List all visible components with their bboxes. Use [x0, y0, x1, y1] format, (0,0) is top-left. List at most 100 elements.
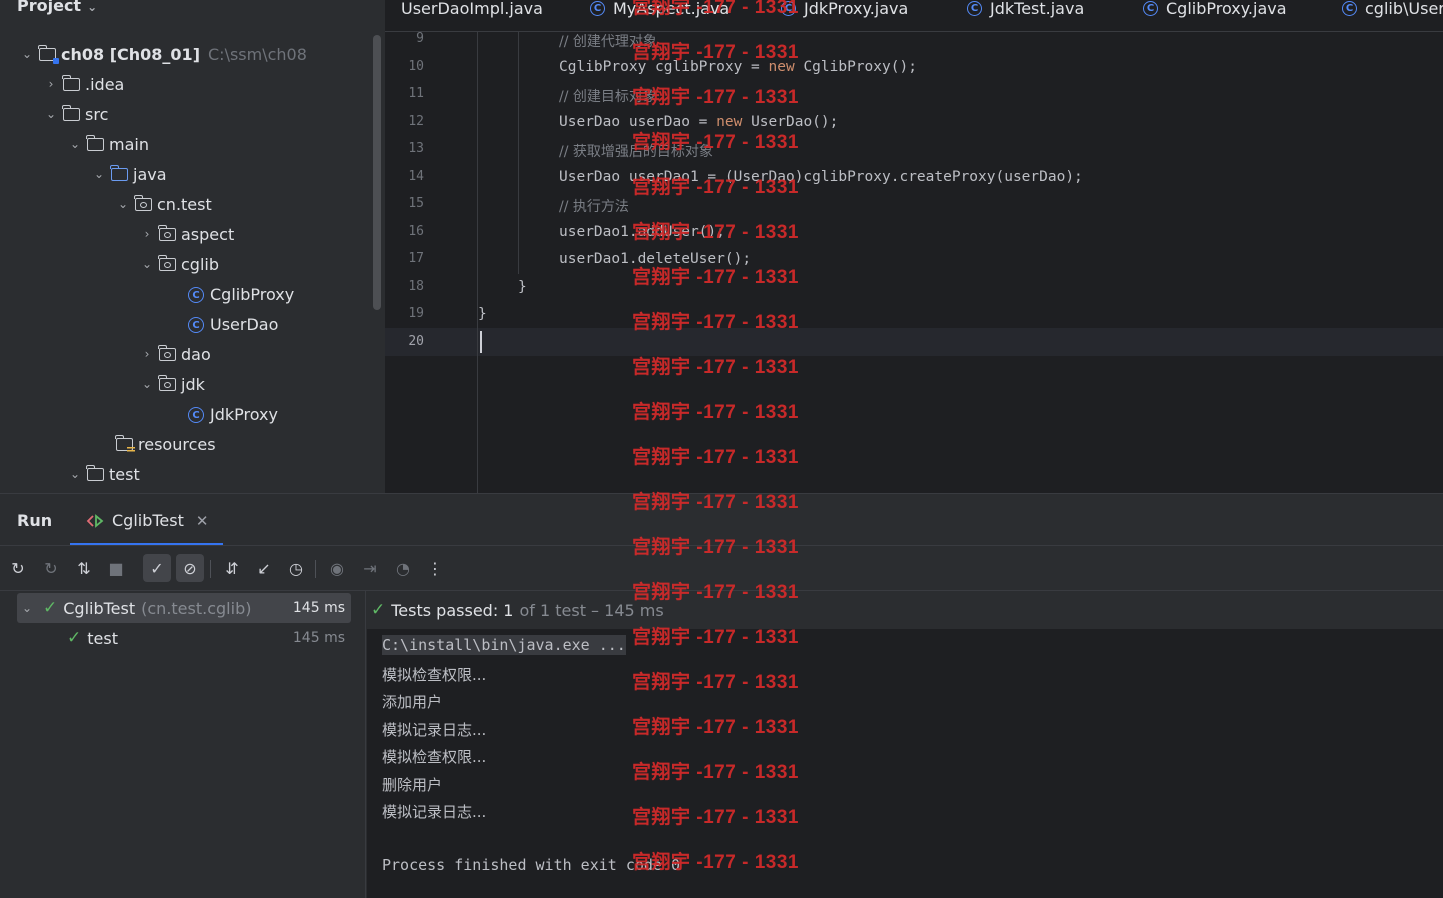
tab-label: cglib\UserDao.java [1365, 0, 1443, 18]
package-icon [158, 255, 177, 272]
console-line: 模拟检查权限... [382, 666, 487, 684]
code-line-15: // 执行方法 [559, 199, 629, 215]
run-toolbar: ↻ ↻ ⇅ ■ ✓ ⊘ ⇵ ↙ ◷ ◉ ⇥ ◔ ⋮ [0, 552, 500, 584]
tree-item-label: CglibProxy [210, 284, 295, 304]
show-passed-icon[interactable]: ✓ [143, 554, 171, 582]
line-number: 17 [408, 251, 424, 266]
watermark-text: 宫翔宇 -177 - 1331 [632, 357, 799, 378]
test-status-line: ✓ Tests passed: 1 of 1 test – 145 ms [367, 591, 1443, 629]
console-line: 模拟记录日志... [382, 803, 487, 821]
stop-icon[interactable]: ■ [102, 554, 130, 582]
tree-item-java[interactable]: ⌄ java [0, 159, 167, 189]
test-suite-duration: 145 ms [292, 600, 345, 616]
class-icon: C [188, 406, 206, 423]
camera-icon[interactable]: ◉ [323, 554, 351, 582]
tree-item-label: main [109, 134, 149, 154]
chevron-right-icon[interactable]: › [139, 227, 155, 241]
watermark-text: 宫翔宇 -177 - 1331 [632, 177, 799, 198]
chevron-down-icon[interactable]: ⌄ [139, 377, 155, 391]
rerun-failed-icon[interactable]: ↻ [37, 554, 65, 582]
run-title: Run [17, 511, 53, 530]
project-view-selector[interactable]: Project ⌄ [17, 0, 97, 15]
console-command-line[interactable]: C:\install\bin\java.exe ... [382, 635, 626, 655]
tree-item-cglibproxy[interactable]: C CglibProxy [0, 279, 294, 309]
tab-jdktest[interactable]: C JdkTest.java [967, 0, 1084, 22]
tab-jdkproxy[interactable]: C JdkProxy.java [781, 0, 908, 22]
folder-icon [86, 465, 105, 482]
console-line: 模拟记录日志... [382, 721, 487, 739]
sort-icon[interactable]: ⇵ [218, 554, 246, 582]
project-scrollbar[interactable] [373, 35, 381, 310]
tree-item-label: UserDao [210, 314, 279, 334]
run-tab-cglibtest[interactable]: CglibTest ✕ [86, 511, 208, 530]
line-number: 18 [408, 279, 424, 294]
tab-cglibproxy[interactable]: C CglibProxy.java [1143, 0, 1287, 22]
folder-icon [86, 135, 105, 152]
tree-item-jdk[interactable]: ⌄ jdk [0, 369, 205, 399]
tree-item-cglib[interactable]: ⌄ cglib [0, 249, 219, 279]
chevron-down-icon[interactable]: ⌄ [19, 47, 35, 61]
console-line: 添加用户 [382, 693, 443, 711]
tree-item-label: dao [181, 344, 211, 364]
watermark-text: 宫翔宇 -177 - 1331 [632, 807, 799, 828]
coverage-icon[interactable]: ◔ [389, 554, 417, 582]
test-suite-package: (cn.test.cglib) [141, 598, 252, 618]
tree-item-label: ch08 [Ch08_01] [61, 44, 200, 64]
run-tab-label: CglibTest [112, 511, 184, 530]
rerun-icon[interactable]: ↻ [4, 554, 32, 582]
test-results-tree: ⌄ ✓ CglibTest (cn.test.cglib) 145 ms ✓ t… [0, 591, 366, 898]
chevron-down-icon[interactable]: ⌄ [91, 167, 107, 181]
chevron-down-icon[interactable]: ⌄ [115, 197, 131, 211]
watermark-text: 宫翔宇 -177 - 1331 [632, 267, 799, 288]
chevron-down-icon[interactable]: ⌄ [67, 467, 83, 481]
chevron-down-icon[interactable]: ⌄ [139, 257, 155, 271]
tree-item-ch08[interactable]: ⌄ ch08 [Ch08_01] C:\ssm\ch08 [0, 39, 307, 69]
show-ignored-icon[interactable]: ⊘ [176, 554, 204, 582]
tree-item-label: test [109, 464, 140, 484]
line-number: 15 [408, 196, 424, 211]
tree-item-label: jdk [181, 374, 205, 394]
code-editor[interactable]: UserDaoImpl.java C MyAspect.java C JdkPr… [385, 0, 1443, 493]
history-icon[interactable]: ◷ [282, 554, 310, 582]
more-options-icon[interactable]: ⋮ [421, 554, 449, 582]
console-output[interactable]: ✓ Tests passed: 1 of 1 test – 145 ms C:\… [367, 591, 1443, 898]
tree-item-src[interactable]: ⌄ src [0, 99, 108, 129]
test-suite-row[interactable]: ⌄ ✓ CglibTest (cn.test.cglib) 145 ms [17, 593, 351, 623]
project-title: Project [17, 0, 82, 15]
folder-icon [62, 75, 81, 92]
tree-item-aspect[interactable]: › aspect [0, 219, 235, 249]
current-line-highlight [385, 328, 1443, 356]
watermark-text: 宫翔宇 -177 - 1331 [632, 627, 799, 648]
chevron-down-icon[interactable]: ⌄ [67, 137, 83, 151]
tree-item-dao[interactable]: › dao [0, 339, 211, 369]
resources-folder-icon [115, 435, 135, 453]
tab-cglib-userdao[interactable]: C cglib\UserDao.java [1342, 0, 1443, 22]
console-line: 删除用户 [382, 776, 443, 794]
class-icon: C [1342, 1, 1357, 16]
close-icon[interactable]: ✕ [196, 512, 209, 530]
tab-label: CglibProxy.java [1166, 0, 1287, 18]
class-icon: C [967, 1, 982, 16]
line-number: 12 [408, 114, 424, 129]
tree-item-test[interactable]: ⌄ test [0, 459, 140, 489]
chevron-right-icon[interactable]: › [139, 347, 155, 361]
tree-item-idea[interactable]: › .idea [0, 69, 125, 99]
chevron-down-icon[interactable]: ⌄ [17, 601, 37, 615]
tree-item-resources[interactable]: resources [0, 429, 216, 459]
tree-item-label: cn.test [157, 194, 212, 214]
collapse-icon[interactable]: ↙ [250, 554, 278, 582]
code-token: CglibProxy(); [794, 59, 917, 75]
watermark-text: 宫翔宇 -177 - 1331 [632, 762, 799, 783]
chevron-down-icon[interactable]: ⌄ [43, 107, 59, 121]
tree-item-main[interactable]: ⌄ main [0, 129, 149, 159]
tab-userdaoimpl[interactable]: UserDaoImpl.java [401, 0, 543, 22]
test-case-row[interactable]: ✓ test 145 ms [17, 623, 351, 653]
toggle-auto-test-icon[interactable]: ⇅ [70, 554, 98, 582]
tests-passed-label: Tests passed: 1 [391, 600, 514, 620]
tree-item-jdkproxy[interactable]: C JdkProxy [0, 399, 278, 429]
tab-label: UserDaoImpl.java [401, 0, 543, 18]
import-icon[interactable]: ⇥ [356, 554, 384, 582]
tree-item-userdao[interactable]: C UserDao [0, 309, 278, 339]
chevron-right-icon[interactable]: › [43, 77, 59, 91]
tree-item-cn-test[interactable]: ⌄ cn.test [0, 189, 212, 219]
